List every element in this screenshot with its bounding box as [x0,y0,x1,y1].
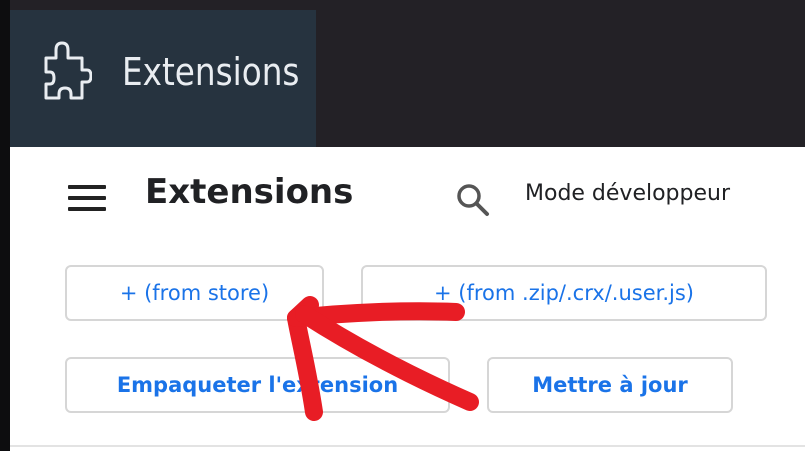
panel-divider [10,445,805,447]
screenshot-frame: Extensions Extensions Mode développeur +… [0,0,805,451]
search-icon[interactable] [455,182,491,218]
pack-extension-button[interactable]: Empaqueter l'extension [65,357,450,413]
page-title: Extensions [145,172,354,212]
developer-mode-toggle-label[interactable]: Mode développeur [525,181,730,206]
update-button[interactable]: Mettre à jour [487,357,733,413]
extensions-panel: Extensions Mode développeur + (from stor… [10,147,805,451]
left-edge-strip [0,0,10,451]
hamburger-menu-icon[interactable] [68,185,106,211]
puzzle-icon [44,41,92,100]
app-title-tile: Extensions [10,10,316,147]
add-from-file-button[interactable]: + (from .zip/.crx/.user.js) [361,265,767,321]
app-title: Extensions [122,50,300,94]
add-from-store-button[interactable]: + (from store) [65,265,324,321]
